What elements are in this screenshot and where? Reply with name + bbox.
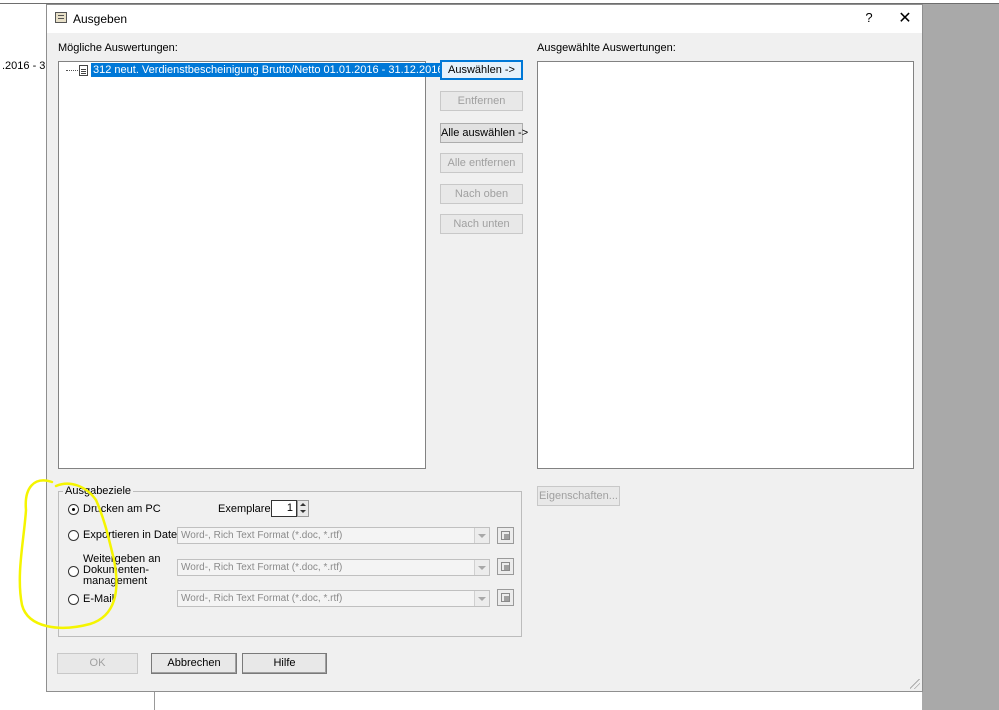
export-radio[interactable] [68, 530, 79, 541]
email-radio[interactable] [68, 594, 79, 605]
chevron-down-icon[interactable] [474, 528, 489, 543]
close-icon[interactable]: ✕ [895, 8, 915, 28]
output-targets-title: Ausgabeziele [63, 485, 134, 497]
email-settings-icon[interactable] [497, 589, 514, 606]
email-format-select[interactable]: Word-, Rich Text Format (*.doc, *.rtf) [177, 590, 490, 607]
docmgmt-settings-icon[interactable] [497, 558, 514, 575]
dialog-title: Ausgeben [73, 12, 128, 26]
move-down-button[interactable]: Nach unten [440, 214, 523, 234]
copies-label: Exemplare: [218, 503, 274, 515]
docmgmt-label: Weitergeben an Dokumenten- management [83, 554, 160, 587]
export-label: Exportieren in Datei [83, 529, 180, 541]
help-button[interactable]: Hilfe [242, 653, 327, 674]
available-reports-list[interactable]: 312 neut. Verdienstbescheinigung Brutto/… [58, 61, 446, 469]
cancel-button[interactable]: Abbrechen [151, 653, 237, 674]
docmgmt-radio[interactable] [68, 566, 79, 577]
ok-button[interactable]: OK [57, 653, 138, 674]
email-label: E-Mail [83, 593, 115, 605]
remove-button[interactable]: Entfernen [440, 91, 523, 111]
output-dialog: Ausgeben ? ✕ Mögliche Auswertungen: Ausg… [46, 4, 923, 692]
select-button[interactable]: Auswählen -> [440, 60, 523, 80]
select-all-button[interactable]: Alle auswählen -> [440, 123, 528, 143]
docmgmt-format-value: Word-, Rich Text Format (*.doc, *.rtf) [181, 562, 343, 573]
print-radio[interactable] [68, 504, 79, 515]
move-up-button[interactable]: Nach oben [440, 184, 523, 204]
email-format-value: Word-, Rich Text Format (*.doc, *.rtf) [181, 593, 343, 604]
dialog-titlebar: Ausgeben ? ✕ [47, 5, 922, 33]
available-reports-label: Mögliche Auswertungen: [58, 42, 178, 54]
chevron-down-icon[interactable] [474, 560, 489, 575]
document-icon [79, 65, 88, 76]
resize-grip[interactable] [910, 679, 920, 689]
copies-spinner[interactable] [297, 500, 309, 517]
background-right-area [922, 4, 999, 710]
export-settings-icon[interactable] [497, 527, 514, 544]
remove-all-button[interactable]: Alle entfernen [440, 153, 523, 173]
print-label: Drucken am PC [83, 503, 161, 515]
properties-button[interactable]: Eigenschaften... [537, 486, 620, 506]
export-format-value: Word-, Rich Text Format (*.doc, *.rtf) [181, 530, 343, 541]
background-divider [154, 690, 155, 710]
tree-connector [66, 70, 78, 72]
chevron-down-icon[interactable] [474, 591, 489, 606]
dialog-app-icon [55, 12, 67, 23]
selected-reports-list[interactable] [537, 61, 914, 469]
help-icon[interactable]: ? [859, 10, 879, 25]
copies-input[interactable]: 1 [271, 500, 297, 517]
docmgmt-format-select[interactable]: Word-, Rich Text Format (*.doc, *.rtf) [177, 559, 490, 576]
selected-reports-label: Ausgewählte Auswertungen: [537, 42, 676, 54]
list-item[interactable]: 312 neut. Verdienstbescheinigung Brutto/… [91, 63, 446, 77]
export-format-select[interactable]: Word-, Rich Text Format (*.doc, *.rtf) [177, 527, 490, 544]
docmgmt-label-line3: management [83, 575, 148, 587]
